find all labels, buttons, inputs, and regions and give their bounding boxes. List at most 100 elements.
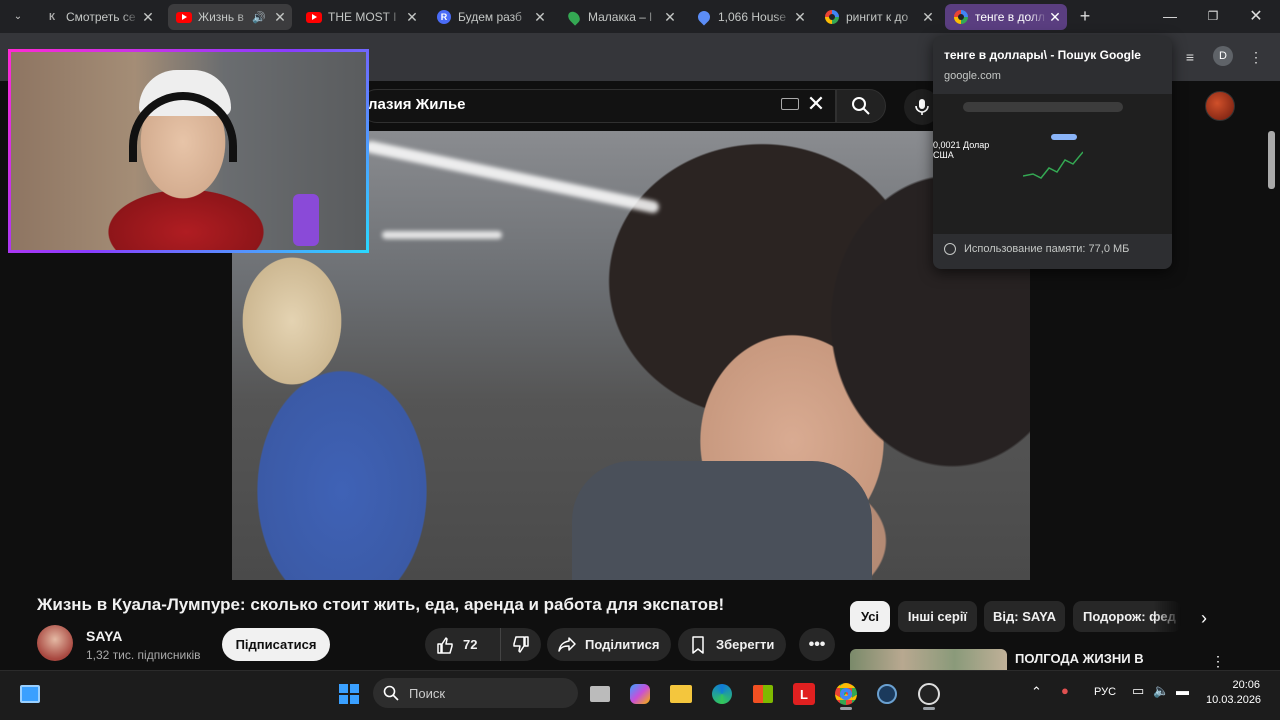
account-avatar[interactable] xyxy=(1205,91,1235,121)
tab-houses[interactable]: 1,066 House ✕ xyxy=(688,4,812,30)
search-icon xyxy=(852,97,870,115)
save-button[interactable]: Зберегти xyxy=(678,628,786,661)
close-tab-icon[interactable]: ✕ xyxy=(662,9,678,26)
page-background xyxy=(0,250,232,580)
tray-overflow-chevron-icon[interactable]: ⌃ xyxy=(1031,684,1042,700)
language-indicator[interactable]: РУС xyxy=(1094,686,1116,698)
close-tab-icon[interactable]: ✕ xyxy=(272,9,288,26)
menu-kebab-icon[interactable]: ⋮ xyxy=(1246,47,1266,67)
bookmark-icon xyxy=(692,635,704,654)
close-tab-icon[interactable]: ✕ xyxy=(1047,9,1063,26)
more-actions-button[interactable]: ••• xyxy=(799,628,835,661)
maps-pin-icon xyxy=(565,8,583,26)
thumbs-up-icon xyxy=(437,636,453,654)
subscribe-button[interactable]: Підписатися xyxy=(222,628,330,661)
minimize-icon[interactable]: — xyxy=(1160,6,1180,26)
new-tab-button[interactable]: + xyxy=(1075,6,1095,26)
recommendation-thumbnail[interactable] xyxy=(850,649,1007,670)
more-vertical-icon[interactable]: ⋮ xyxy=(1210,652,1226,670)
network-icon[interactable]: ▭ xyxy=(1132,683,1144,699)
tab-google-ringgit[interactable]: рингит к до ✕ xyxy=(816,4,940,30)
chrome-icon[interactable] xyxy=(830,678,862,710)
video-frame-detail xyxy=(364,139,660,215)
dislike-button[interactable] xyxy=(501,635,541,655)
youtube-icon xyxy=(306,9,322,25)
tab-google-tenge[interactable]: тенге в долл ✕ xyxy=(945,4,1067,30)
file-explorer-icon[interactable] xyxy=(665,678,697,710)
chip-other-series[interactable]: Інші серії xyxy=(898,601,977,632)
l-app-icon[interactable]: L xyxy=(788,678,820,710)
media-control-icon[interactable]: ≡ xyxy=(1180,47,1200,67)
chip-travel[interactable]: Подорож: фед xyxy=(1073,601,1181,632)
google-icon xyxy=(953,9,969,25)
tab-kinopoisk[interactable]: К Смотреть се ✕ xyxy=(36,4,160,30)
profile-avatar[interactable]: D xyxy=(1213,46,1233,66)
start-button[interactable] xyxy=(333,678,365,710)
share-button[interactable]: Поділитися xyxy=(547,628,671,661)
edge-icon[interactable] xyxy=(706,678,738,710)
copilot-icon[interactable] xyxy=(624,678,656,710)
close-tab-icon[interactable]: ✕ xyxy=(920,9,936,26)
close-tab-icon[interactable]: ✕ xyxy=(404,9,420,26)
active-app-indicator xyxy=(840,707,852,710)
close-tab-icon[interactable]: ✕ xyxy=(532,9,548,26)
store-icon[interactable] xyxy=(747,678,779,710)
tab-youtube-active[interactable]: Жизнь в 🔊 ✕ xyxy=(168,4,292,30)
active-app-indicator xyxy=(923,707,935,710)
mic-icon xyxy=(915,99,929,115)
taskbar-search[interactable]: Поиск xyxy=(373,678,578,708)
r-icon: R xyxy=(436,9,452,25)
scrollbar[interactable] xyxy=(1266,129,1275,670)
video-title: Жизнь в Куала-Лумпуре: сколько стоит жит… xyxy=(37,595,725,614)
share-icon xyxy=(558,636,576,652)
preview-search-bar xyxy=(963,102,1123,112)
task-view-icon[interactable] xyxy=(584,678,616,710)
speaker-icon[interactable]: 🔊 xyxy=(252,11,266,24)
scrollbar-thumb[interactable] xyxy=(1268,131,1275,189)
tab-preview-image: 0,0021 Долар США xyxy=(933,94,1172,234)
chip-from-saya[interactable]: Від: SAYA xyxy=(984,601,1065,632)
google-icon xyxy=(824,9,840,25)
channel-name[interactable]: SAYA xyxy=(86,628,122,644)
chevron-right-icon[interactable]: › xyxy=(1192,606,1216,630)
like-dislike-group: 72 xyxy=(425,628,541,661)
close-tab-icon[interactable]: ✕ xyxy=(140,9,156,26)
memory-icon xyxy=(944,243,956,255)
tab-youtube[interactable]: THE MOST I ✕ xyxy=(298,4,424,30)
hover-card-title: тенге в доллары\ - Пошук Google xyxy=(944,48,1141,62)
thumbs-down-icon xyxy=(513,635,529,653)
clear-search-icon[interactable]: ✕ xyxy=(806,91,826,116)
location-icon xyxy=(695,8,713,26)
channel-avatar[interactable] xyxy=(37,625,73,661)
taskbar-clock[interactable]: 20:06 10.03.2026 xyxy=(1206,678,1261,708)
keyboard-icon[interactable] xyxy=(781,98,799,110)
search-icon xyxy=(383,685,399,701)
tab-search-chevron-icon[interactable]: ⌄ xyxy=(8,6,28,26)
obs-icon[interactable] xyxy=(913,678,945,710)
widgets-icon[interactable] xyxy=(14,678,46,710)
microphone-in-use-icon[interactable]: ● xyxy=(1061,683,1069,698)
video-frame-detail xyxy=(572,461,872,580)
recommendation-title[interactable]: ПОЛГОДА ЖИЗНИ В xyxy=(1015,651,1144,666)
preview-conversion-value: 0,0021 Долар США xyxy=(933,140,990,160)
volume-icon[interactable]: 🔈 xyxy=(1153,683,1169,699)
browser-tab-bar: ⌄ К Смотреть се ✕ Жизнь в 🔊 ✕ THE MOST I… xyxy=(0,0,1280,33)
tab-maps[interactable]: Малакка – l ✕ xyxy=(558,4,682,30)
windows-logo-icon xyxy=(339,684,359,704)
close-window-icon[interactable]: ✕ xyxy=(1246,6,1266,26)
like-button[interactable]: 72 xyxy=(425,628,501,661)
battery-icon[interactable]: ▬ xyxy=(1176,683,1189,698)
memory-usage: Использование памяти: 77,0 МБ xyxy=(944,243,1129,255)
search-query-text: лазия Жилье xyxy=(368,96,466,113)
chip-all[interactable]: Усі xyxy=(850,601,890,632)
restore-icon[interactable]: ❐ xyxy=(1203,6,1223,26)
search-button[interactable] xyxy=(836,89,886,123)
hover-card-domain: google.com xyxy=(944,70,1001,82)
close-tab-icon[interactable]: ✕ xyxy=(792,9,808,26)
tab-hover-card: тенге в доллары\ - Пошук Google google.c… xyxy=(933,36,1172,269)
more-horizontal-icon: ••• xyxy=(808,635,826,653)
steam-icon[interactable] xyxy=(871,678,903,710)
tab-r-site[interactable]: R Будем разб ✕ xyxy=(428,4,552,30)
kinopoisk-icon: К xyxy=(48,11,56,23)
screen: ⌄ К Смотреть се ✕ Жизнь в 🔊 ✕ THE MOST I… xyxy=(0,0,1280,720)
